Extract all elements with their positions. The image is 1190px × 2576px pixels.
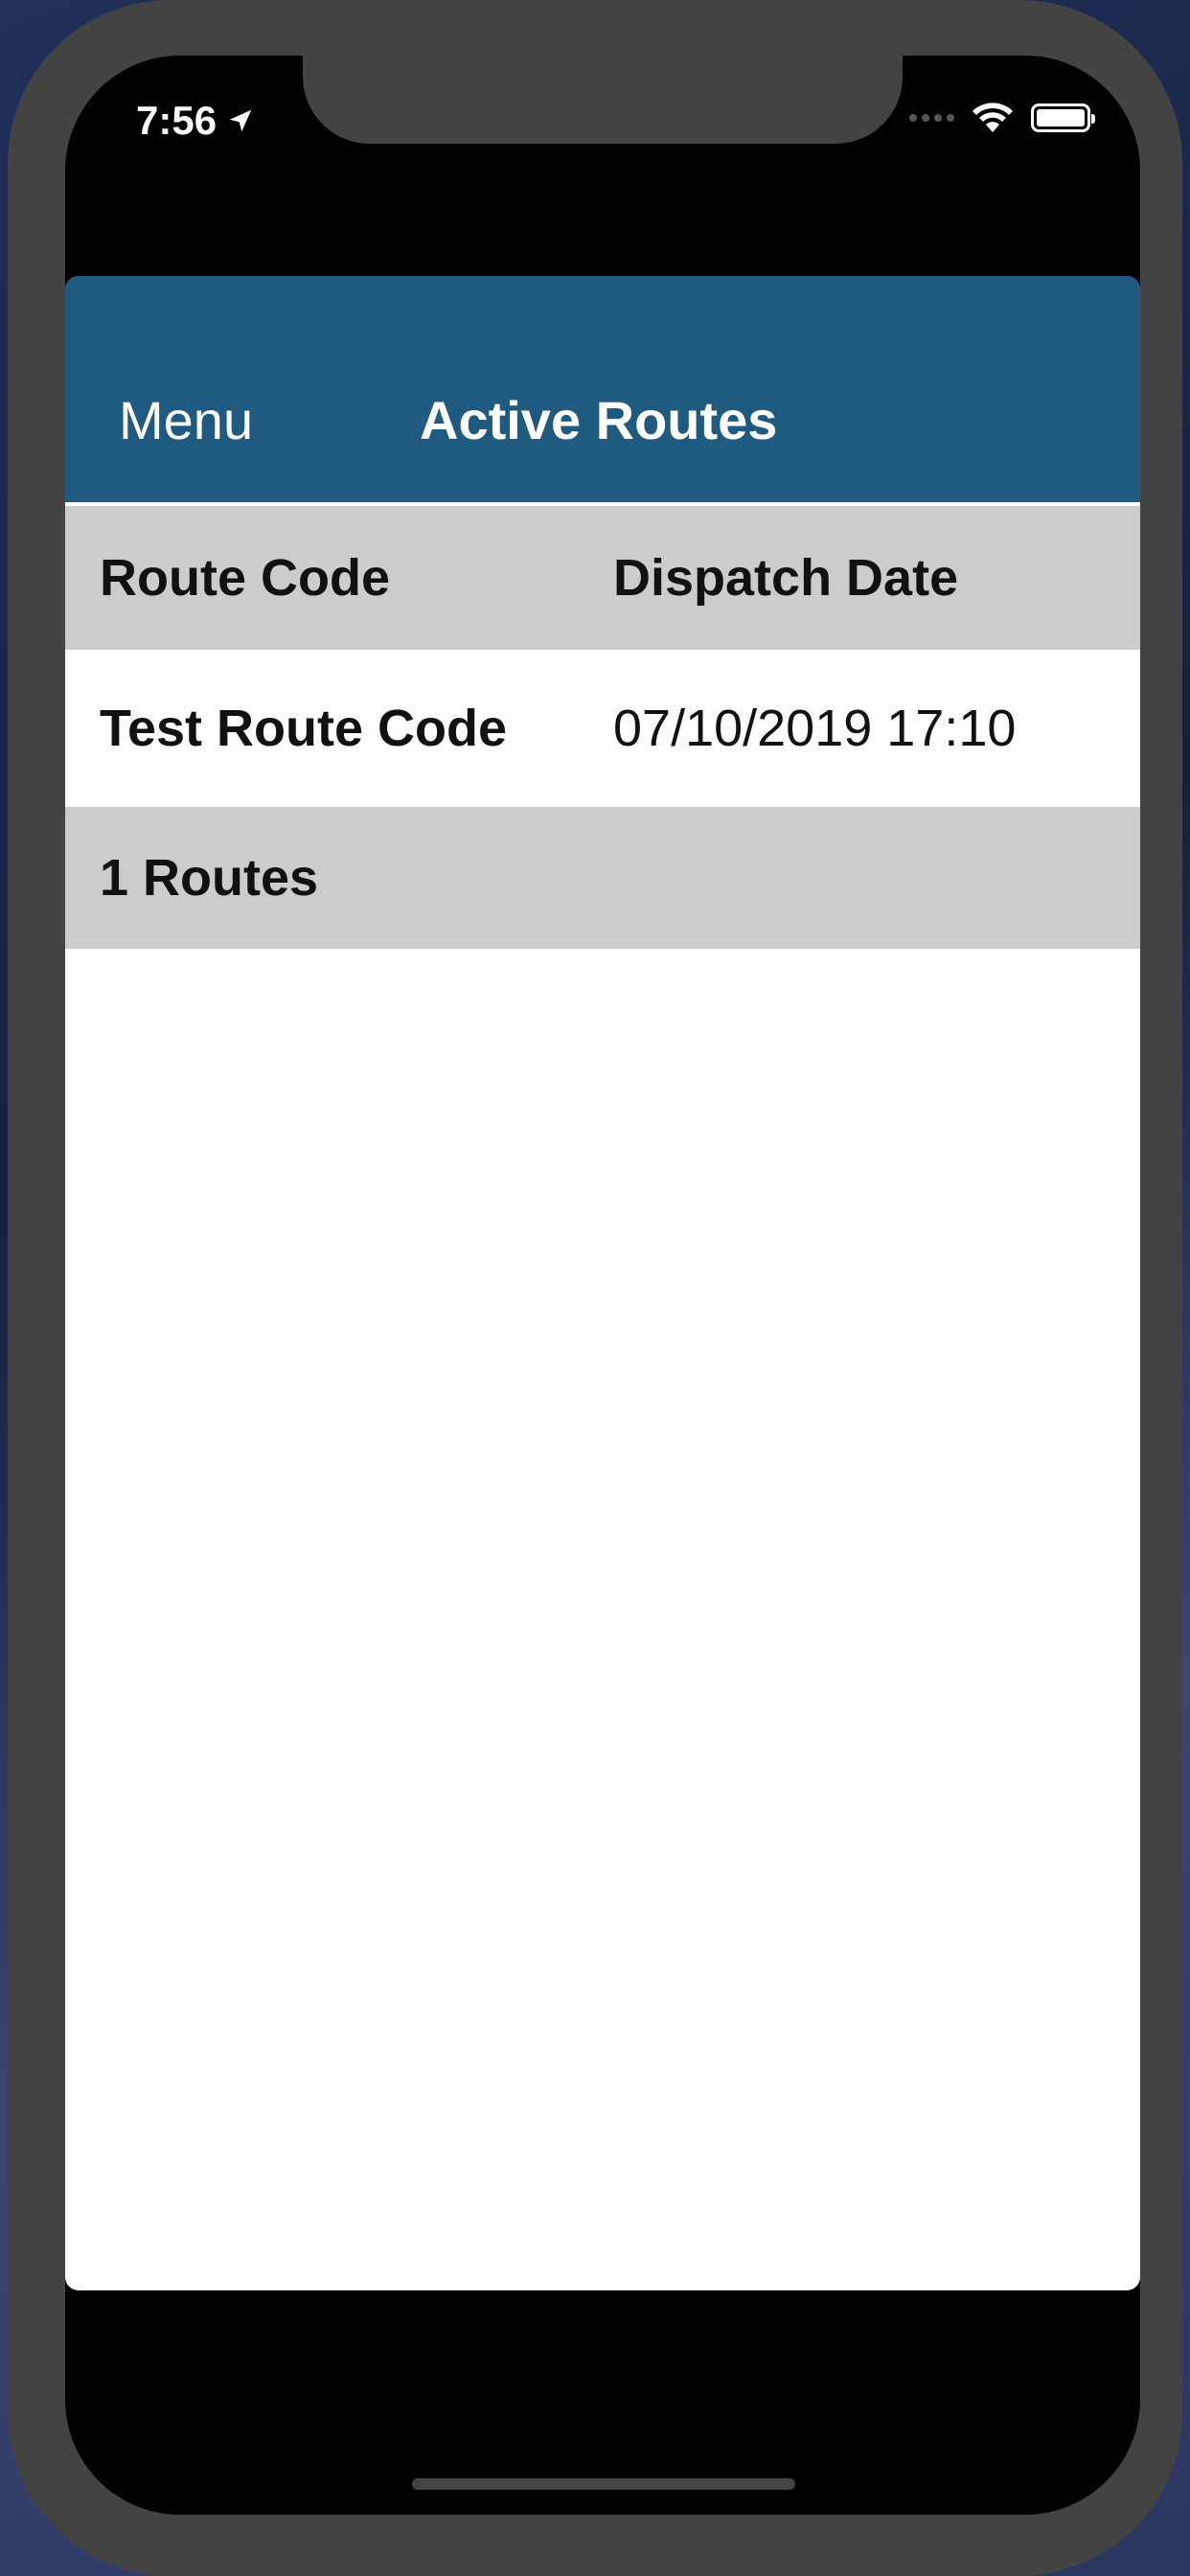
routes-table: Route Code Dispatch Date Test Route Code… — [65, 506, 1140, 949]
notch — [303, 56, 903, 144]
app-content: Menu Active Routes Route Code Dispatch D… — [65, 276, 1140, 2290]
status-indicators — [909, 102, 1095, 134]
cellular-signal-icon — [909, 114, 954, 122]
phone-frame: 7:56 Menu Active Routes Route Code Dispa… — [8, 0, 1182, 2576]
dispatch-date-cell: 07/10/2019 17:10 — [613, 700, 1017, 757]
route-code-cell: Test Route Code — [100, 700, 508, 757]
table-footer-row: 1 Routes — [65, 807, 1140, 949]
status-time-label: 7:56 — [136, 98, 217, 143]
column-header-dispatch-date: Dispatch Date — [613, 549, 959, 607]
battery-icon — [1031, 104, 1095, 132]
routes-count: 1 Routes — [100, 849, 319, 907]
navigation-bar: Menu Active Routes — [65, 276, 1140, 502]
wifi-icon — [973, 103, 1013, 132]
home-indicator[interactable] — [412, 2478, 795, 2490]
page-title: Active Routes — [420, 390, 778, 450]
column-header-route-code: Route Code — [100, 549, 390, 607]
table-row[interactable]: Test Route Code 07/10/2019 17:10 — [65, 650, 1140, 807]
menu-button[interactable]: Menu — [119, 389, 253, 451]
table-header-row: Route Code Dispatch Date — [65, 506, 1140, 650]
status-time: 7:56 — [136, 98, 255, 144]
phone-screen: 7:56 Menu Active Routes Route Code Dispa… — [65, 56, 1140, 2515]
location-arrow-icon — [229, 109, 252, 132]
